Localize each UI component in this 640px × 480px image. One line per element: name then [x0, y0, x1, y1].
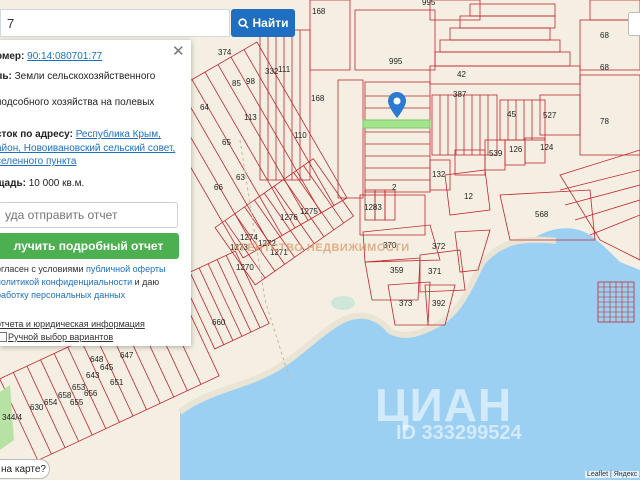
parcel-label: 651 — [110, 378, 124, 387]
search-button[interactable]: Найти — [231, 9, 295, 37]
consent-line-2: политикой конфиденциальности и даю — [0, 276, 159, 289]
get-report-button[interactable]: лучить подробный отчет — [0, 233, 179, 259]
parcel-label: 85 — [232, 79, 241, 88]
get-report-label: лучить подробный отчет — [13, 239, 164, 253]
parcel-label: 344/4 — [2, 413, 23, 422]
parcel-label: 78 — [600, 117, 609, 126]
parcel-label: 65 — [222, 138, 231, 147]
parcel-label: 124 — [540, 143, 554, 152]
parcel-label: 111 — [278, 65, 291, 74]
parcel-label: 630 — [30, 403, 44, 412]
parcel-label: 64 — [200, 103, 209, 112]
listing-id-watermark: ID 333299524 — [396, 422, 522, 444]
manual-select-checkbox[interactable] — [0, 332, 7, 342]
parcel-label: 332 — [265, 67, 279, 76]
parcel-label: 168 — [311, 94, 325, 103]
parcel-label: 660 — [212, 318, 226, 327]
report-info-link[interactable]: отчета и юридическая информация — [0, 318, 145, 331]
parcel-label: 372 — [432, 242, 446, 251]
parcel-label: 2 — [392, 183, 397, 192]
category-line-2: подсобного хозяйства на полевых — [0, 97, 155, 108]
parcel-label: 648 — [90, 355, 104, 364]
parcel-label: 126 — [509, 145, 523, 154]
parcel-label: 12 — [464, 192, 473, 201]
search-button-label: Найти — [252, 16, 289, 30]
parcel-label: 647 — [120, 351, 134, 360]
map-attribution: Leaflet | Яндекс — [585, 471, 640, 478]
parcel-label: 568 — [535, 210, 549, 219]
area-row: щадь: 10 000 кв.м. — [0, 177, 84, 190]
search-icon — [237, 17, 249, 29]
parcel-label: 132 — [432, 170, 446, 179]
cadastral-label: омер: — [0, 51, 25, 62]
layers-button[interactable] — [628, 12, 640, 36]
parcel-label: 539 — [489, 149, 503, 158]
parcel-info-panel: ✕ омер: 90:14:080701:77 ль: Земли сельск… — [0, 40, 191, 346]
parcel-label: 42 — [457, 70, 466, 79]
parcel-label: 1270 — [236, 263, 254, 272]
category-row: ль: Земли сельскохозяйственного — [0, 70, 155, 83]
address-link-3[interactable]: селенного пункта — [0, 155, 76, 168]
privacy-link[interactable]: политикой конфиденциальности — [0, 277, 132, 287]
parcel-label: 392 — [432, 299, 446, 308]
map-question-pill[interactable]: на карте? — [0, 459, 50, 479]
parcel-label: 1274 — [240, 233, 258, 242]
parcel-label: 66 — [214, 183, 223, 192]
parcel-label: 110 — [294, 131, 307, 140]
category-label: ль: — [0, 71, 12, 82]
close-icon[interactable]: ✕ — [172, 44, 185, 59]
parcel-label: 527 — [543, 111, 557, 120]
address-row: сток по адресу: Республика Крым, — [0, 128, 161, 141]
parcel-label: 1275 — [300, 207, 318, 216]
parcel-label: 371 — [428, 267, 442, 276]
parcel-label: 645 — [100, 363, 114, 372]
parcel-label: 1276 — [280, 213, 298, 222]
search-input[interactable] — [1, 14, 229, 32]
parcel-label: 68 — [600, 31, 609, 40]
address-link-2[interactable]: айон, Новоивановский сельский совет, — [0, 142, 175, 155]
parcel-label: 1283 — [364, 203, 382, 212]
area-label: щадь: — [0, 178, 26, 189]
cadastral-row: омер: 90:14:080701:77 — [0, 50, 102, 63]
offer-link[interactable]: публичной оферты — [86, 264, 166, 274]
parcel-label: 45 — [507, 110, 516, 119]
location-pin-icon[interactable] — [388, 92, 406, 118]
parcel-label: 63 — [236, 173, 245, 182]
consent-line-1: огласен с условиями публичной оферты — [0, 263, 166, 276]
parcel-label: 374 — [218, 48, 232, 57]
parcel-label: 643 — [86, 371, 100, 380]
search-box[interactable] — [0, 9, 230, 37]
parcel-label: 359 — [390, 266, 404, 275]
address-link-1[interactable]: Республика Крым, — [76, 129, 161, 140]
parcel-label: 656 — [84, 389, 98, 398]
consent-text-2: и даю — [132, 277, 160, 287]
personal-data-link[interactable]: работку персональных данных — [0, 290, 125, 300]
parcel-label: 68 — [600, 63, 609, 72]
area-value: 10 000 кв.м. — [28, 178, 85, 189]
parcel-label: 168 — [312, 7, 326, 16]
category-value: Земли сельскохозяйственного — [14, 71, 156, 82]
consent-text-1: огласен с условиями — [0, 264, 86, 274]
parcel-label: 373 — [399, 299, 413, 308]
parcel-label: 655 — [70, 398, 84, 407]
address-label: сток по адресу: — [0, 129, 73, 140]
consent-line-3: работку персональных данных — [0, 289, 125, 302]
agency-watermark: АГЕНТСТВО НЕДВИЖИМОСТИ — [232, 242, 410, 254]
parcel-label: 113 — [244, 113, 257, 122]
manual-select-link[interactable]: Ручной выбор вариантов — [8, 331, 113, 344]
parcel-label: 387 — [453, 90, 467, 99]
email-field[interactable] — [0, 202, 178, 228]
parcel-label: 98 — [246, 77, 255, 86]
parcel-label: 995 — [422, 0, 436, 7]
parcel-label: 995 — [389, 57, 403, 66]
parcel-label: 654 — [44, 398, 58, 407]
small-pond — [331, 296, 355, 310]
selected-parcel[interactable] — [362, 119, 431, 129]
cadastral-number-link[interactable]: 90:14:080701:77 — [27, 51, 102, 62]
